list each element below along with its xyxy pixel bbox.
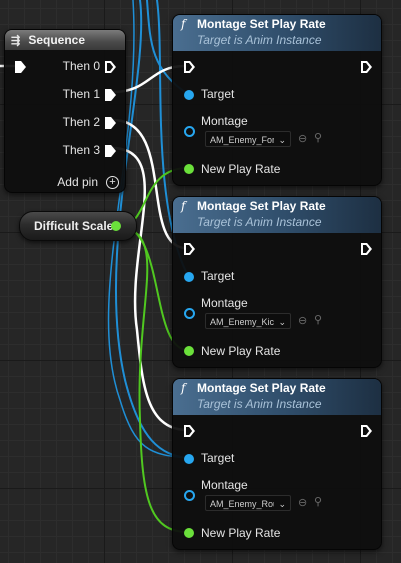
function-header-1[interactable]: f Montage Set Play Rate Target is Anim I… bbox=[173, 15, 381, 51]
new-play-rate-label-1: New Play Rate bbox=[201, 162, 281, 176]
montage-label-3: Montage bbox=[201, 478, 248, 492]
sequence-then-0-pin[interactable] bbox=[105, 61, 116, 73]
function-header-2[interactable]: f Montage Set Play Rate Target is Anim I… bbox=[173, 197, 381, 233]
montage-set-play-rate-node-2[interactable]: f Montage Set Play Rate Target is Anim I… bbox=[172, 196, 382, 368]
sequence-then-2-label: Then 2 bbox=[62, 115, 100, 129]
montage-pin-3[interactable] bbox=[184, 490, 195, 501]
exec-output-pin-2[interactable] bbox=[361, 243, 372, 255]
montage-pin-2[interactable] bbox=[184, 308, 195, 319]
chevron-down-icon: ⌄ bbox=[278, 499, 286, 509]
target-pin-3[interactable] bbox=[184, 454, 194, 464]
sequence-then-1-pin[interactable] bbox=[105, 89, 116, 101]
function-icon: f bbox=[181, 381, 186, 395]
sequence-then-2-pin[interactable] bbox=[105, 117, 116, 129]
arrow-left-icon[interactable]: ⊖ bbox=[298, 496, 307, 509]
montage-set-play-rate-node-1[interactable]: f Montage Set Play Rate Target is Anim I… bbox=[172, 14, 382, 186]
exec-input-pin-3[interactable] bbox=[184, 425, 195, 437]
sequence-then-3-label: Then 3 bbox=[62, 143, 100, 157]
arrow-left-icon[interactable]: ⊖ bbox=[298, 132, 307, 145]
target-label-1: Target bbox=[201, 87, 235, 101]
function-icon: f bbox=[181, 17, 186, 31]
sequence-exec-input-pin[interactable] bbox=[15, 61, 26, 73]
add-pin-icon[interactable]: + bbox=[106, 176, 119, 189]
sequence-title: Sequence bbox=[28, 33, 86, 47]
montage-value-2: AM_Enemy_Kick bbox=[210, 317, 274, 327]
exec-input-pin-2[interactable] bbox=[184, 243, 195, 255]
difficult-scale-variable-node[interactable]: Difficult Scale bbox=[19, 211, 137, 241]
function-subtitle-1: Target is Anim Instance bbox=[197, 33, 322, 47]
sequence-node[interactable]: ⇶ Sequence Then 0 Then 1 Then 2 Then 3 A… bbox=[4, 29, 126, 193]
exec-output-pin-1[interactable] bbox=[361, 61, 372, 73]
function-icon: f bbox=[181, 199, 186, 213]
target-pin-2[interactable] bbox=[184, 272, 194, 282]
function-title-1: Montage Set Play Rate bbox=[197, 17, 326, 31]
sequence-icon: ⇶ bbox=[11, 35, 21, 47]
difficult-scale-output-pin[interactable] bbox=[111, 221, 121, 231]
new-play-rate-label-2: New Play Rate bbox=[201, 344, 281, 358]
new-play-rate-label-3: New Play Rate bbox=[201, 526, 281, 540]
search-icon[interactable]: ⚲ bbox=[314, 495, 322, 508]
search-icon[interactable]: ⚲ bbox=[314, 131, 322, 144]
arrow-left-icon[interactable]: ⊖ bbox=[298, 314, 307, 327]
montage-dropdown-2[interactable]: AM_Enemy_Kick ⌄ bbox=[205, 313, 291, 329]
add-pin-label[interactable]: Add pin bbox=[57, 175, 98, 189]
new-play-rate-pin-3[interactable] bbox=[184, 528, 194, 538]
difficult-scale-label: Difficult Scale bbox=[34, 219, 114, 233]
montage-value-3: AM_Enemy_Rou bbox=[210, 499, 274, 509]
function-subtitle-2: Target is Anim Instance bbox=[197, 215, 322, 229]
montage-dropdown-3[interactable]: AM_Enemy_Rou ⌄ bbox=[205, 495, 291, 511]
montage-set-play-rate-node-3[interactable]: f Montage Set Play Rate Target is Anim I… bbox=[172, 378, 382, 550]
function-title-3: Montage Set Play Rate bbox=[197, 381, 326, 395]
exec-input-pin-1[interactable] bbox=[184, 61, 195, 73]
montage-pin-1[interactable] bbox=[184, 126, 195, 137]
new-play-rate-pin-1[interactable] bbox=[184, 164, 194, 174]
montage-label-2: Montage bbox=[201, 296, 248, 310]
search-icon[interactable]: ⚲ bbox=[314, 313, 322, 326]
target-label-3: Target bbox=[201, 451, 235, 465]
chevron-down-icon: ⌄ bbox=[278, 317, 286, 327]
function-header-3[interactable]: f Montage Set Play Rate Target is Anim I… bbox=[173, 379, 381, 415]
montage-value-1: AM_Enemy_Forw bbox=[210, 135, 274, 145]
montage-dropdown-1[interactable]: AM_Enemy_Forw ⌄ bbox=[205, 131, 291, 147]
montage-label-1: Montage bbox=[201, 114, 248, 128]
target-label-2: Target bbox=[201, 269, 235, 283]
sequence-node-header[interactable]: ⇶ Sequence bbox=[5, 30, 125, 50]
sequence-then-1-label: Then 1 bbox=[62, 87, 100, 101]
function-subtitle-3: Target is Anim Instance bbox=[197, 397, 322, 411]
chevron-down-icon: ⌄ bbox=[278, 135, 286, 145]
exec-output-pin-3[interactable] bbox=[361, 425, 372, 437]
sequence-then-0-label: Then 0 bbox=[62, 59, 100, 73]
function-title-2: Montage Set Play Rate bbox=[197, 199, 326, 213]
new-play-rate-pin-2[interactable] bbox=[184, 346, 194, 356]
target-pin-1[interactable] bbox=[184, 90, 194, 100]
sequence-then-3-pin[interactable] bbox=[105, 145, 116, 157]
